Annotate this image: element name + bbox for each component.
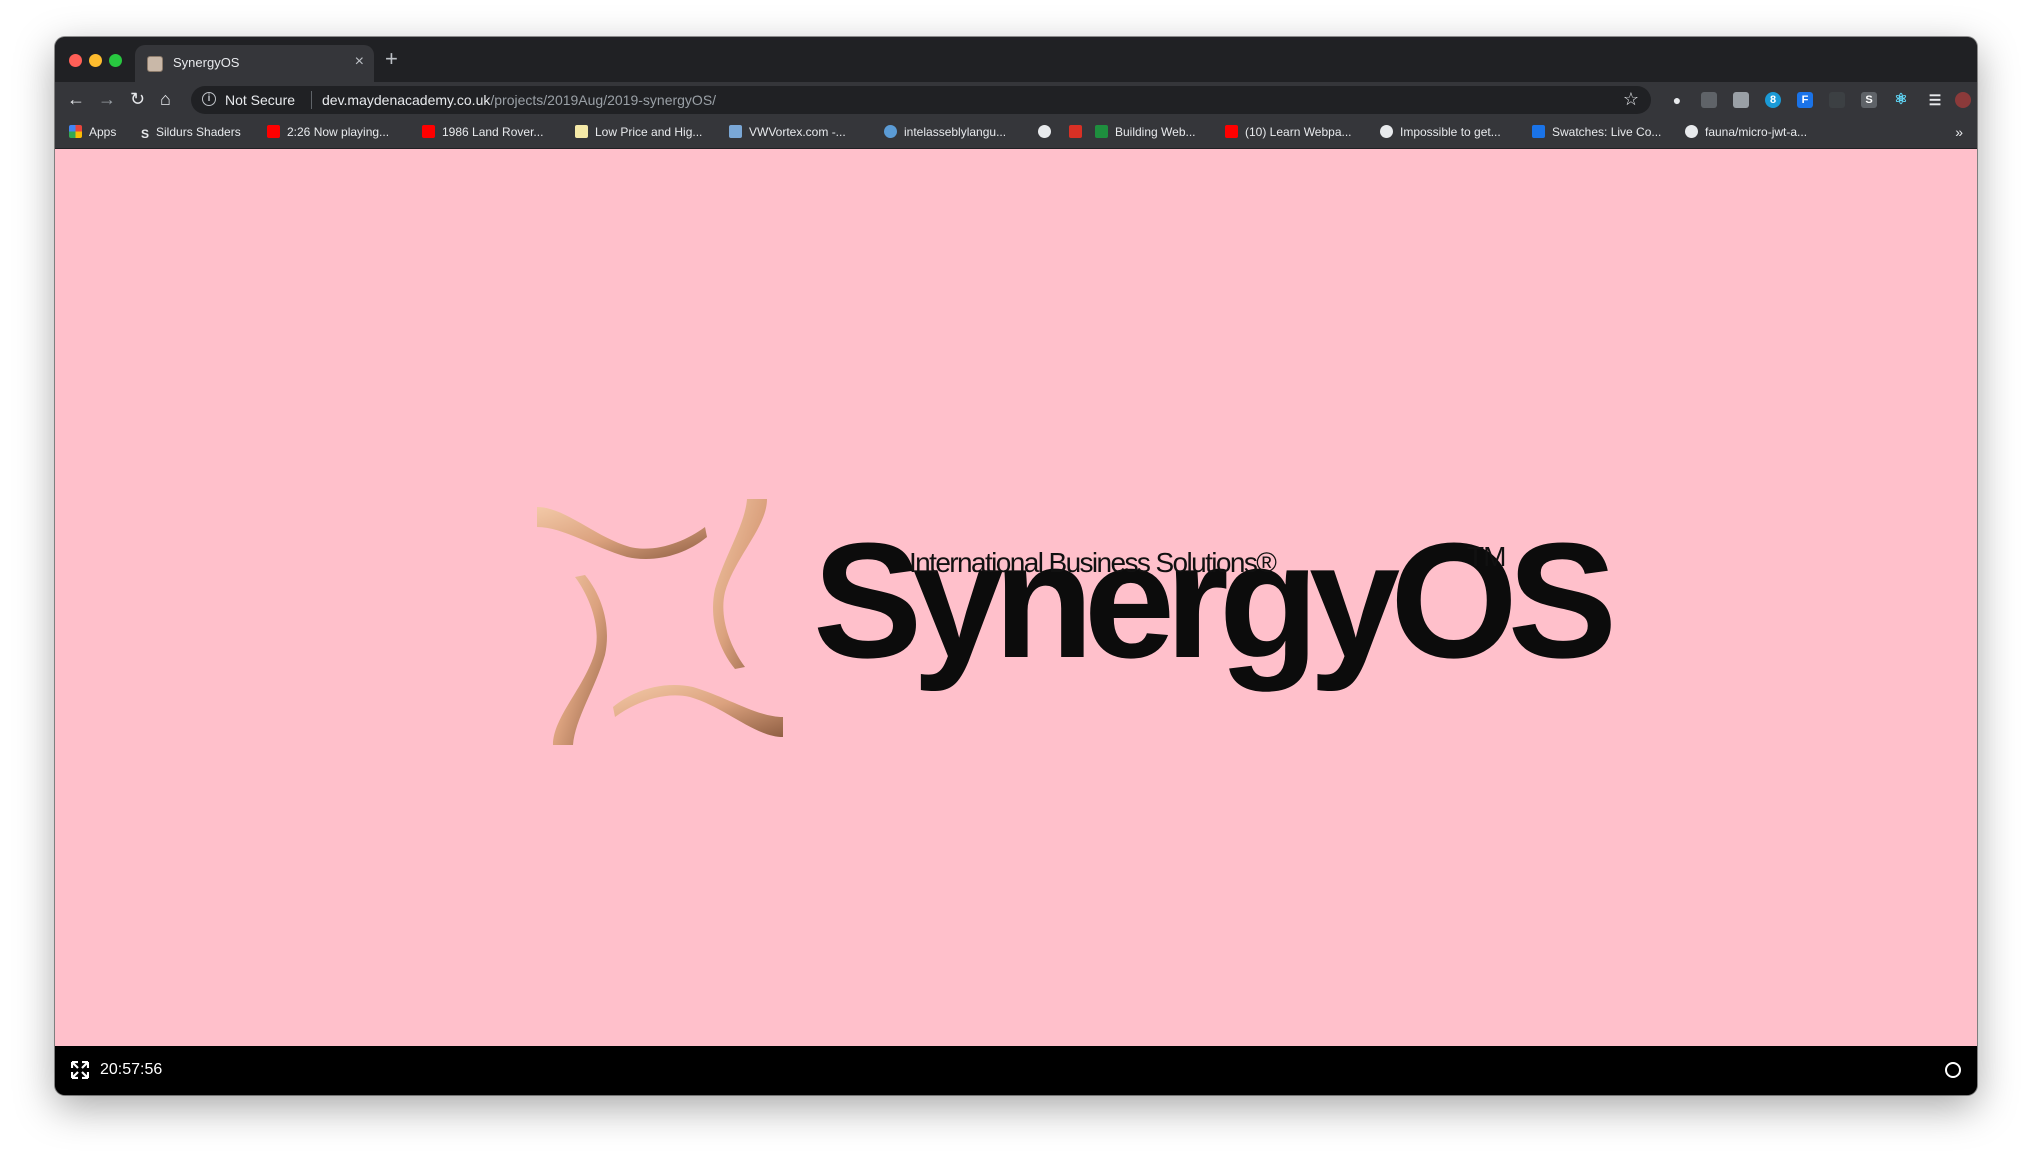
zoom-window-button[interactable]	[109, 54, 122, 67]
bookmark-now-playing[interactable]: 2:26 Now playing...	[267, 125, 389, 139]
extension-page-icon[interactable]	[1733, 92, 1749, 108]
bookmark-swatches[interactable]: Swatches: Live Co...	[1532, 125, 1661, 139]
trademark-mark: TM	[1467, 541, 1506, 572]
bookmark-building-web[interactable]: Building Web...	[1095, 125, 1196, 139]
new-tab-button[interactable]: +	[385, 47, 398, 71]
tab-synergyos[interactable]: SynergyOS ×	[135, 45, 374, 82]
navigation-toolbar: ← → ↻ ⌂ i Not Secure dev.maydenacademy.c…	[55, 82, 1977, 118]
hands-circle-logo-icon	[537, 499, 783, 745]
page-content: SynergyOS International Business Solutio…	[55, 149, 1977, 1046]
apps-grid-icon	[69, 125, 82, 138]
wordpress-icon	[884, 125, 897, 138]
back-arrow-icon[interactable]: ←	[67, 89, 85, 109]
url-text[interactable]: dev.maydenacademy.co.uk/projects/2019Aug…	[322, 92, 716, 108]
home-icon[interactable]: ⌂	[160, 89, 171, 109]
gmail-icon	[1069, 125, 1082, 138]
logo-tagline: International Business Solutions®	[909, 547, 1277, 578]
bookmark-fauna[interactable]: fauna/micro-jwt-a...	[1685, 125, 1807, 139]
vortex-icon	[729, 125, 742, 138]
reload-icon[interactable]: ↻	[130, 89, 145, 109]
forward-arrow-icon[interactable]: →	[98, 89, 116, 109]
bookmark-intelasseblylangu[interactable]: intelasseblylangu...	[884, 125, 1006, 139]
tab-title: SynergyOS	[173, 55, 240, 70]
profile-avatar[interactable]	[1955, 92, 1971, 108]
bookmark-low-price[interactable]: Low Price and Hig...	[575, 125, 702, 139]
note-icon	[575, 125, 588, 138]
youtube-icon	[422, 125, 435, 138]
bookmarks-bar: Apps S Sildurs Shaders 2:26 Now playing..…	[55, 118, 1977, 149]
url-host: dev.maydenacademy.co.uk	[322, 92, 491, 108]
bookmark-star-icon[interactable]: ☆	[1623, 89, 1639, 110]
bookmark-learn-webpa[interactable]: (10) Learn Webpa...	[1225, 125, 1352, 139]
security-label[interactable]: Not Secure	[225, 92, 295, 108]
globe-icon	[1380, 125, 1393, 138]
extension-na-icon[interactable]	[1829, 92, 1845, 108]
extension-fi-icon[interactable]: F	[1797, 92, 1813, 108]
address-bar[interactable]: i Not Secure dev.maydenacademy.co.uk/pro…	[191, 86, 1651, 114]
bookmark-gmail[interactable]	[1069, 125, 1089, 139]
recording-statusbar: 20:57:56	[55, 1046, 1977, 1095]
appstore-icon	[1532, 125, 1545, 138]
letter-s-icon: S	[141, 127, 150, 141]
location-pin-icon[interactable]: ●	[1669, 92, 1685, 108]
globe-icon	[1038, 125, 1051, 138]
media-queue-icon[interactable]: ☰	[1927, 92, 1943, 108]
tab-close-icon[interactable]: ×	[355, 53, 364, 71]
fullscreen-icon[interactable]	[71, 1061, 89, 1079]
extension-s-icon[interactable]: S	[1861, 92, 1877, 108]
minimize-window-button[interactable]	[89, 54, 102, 67]
bookmark-land-rover[interactable]: 1986 Land Rover...	[422, 125, 543, 139]
youtube-icon	[1225, 125, 1238, 138]
close-window-button[interactable]	[69, 54, 82, 67]
bookmark-impossible[interactable]: Impossible to get...	[1380, 125, 1501, 139]
extension-8-icon[interactable]: 8	[1765, 92, 1781, 108]
info-icon[interactable]: i	[202, 92, 216, 106]
browser-window: SynergyOS × + ← → ↻ ⌂ i Not Secure dev.m…	[55, 37, 1977, 1095]
github-icon	[1685, 125, 1698, 138]
bookmark-vwvortex[interactable]: VWVortex.com -...	[729, 125, 846, 139]
bookmark-apps[interactable]: Apps	[69, 125, 116, 139]
clock-time: 20:57:56	[100, 1061, 163, 1078]
bookmark-globe[interactable]	[1038, 125, 1058, 139]
tab-favicon-icon	[147, 56, 163, 72]
url-separator	[311, 91, 312, 109]
youtube-icon	[267, 125, 280, 138]
bookmarks-overflow-icon[interactable]: »	[1955, 124, 1963, 140]
folder-green-icon	[1095, 125, 1108, 138]
url-path: /projects/2019Aug/2019-synergyOS/	[490, 92, 717, 108]
bookmark-sildurs[interactable]: S Sildurs Shaders	[141, 125, 241, 141]
tab-strip: SynergyOS × +	[55, 37, 1977, 82]
react-devtools-icon[interactable]: ⚛	[1893, 92, 1909, 108]
extension-flag-icon[interactable]	[1701, 92, 1717, 108]
record-circle-icon[interactable]	[1945, 1062, 1961, 1078]
